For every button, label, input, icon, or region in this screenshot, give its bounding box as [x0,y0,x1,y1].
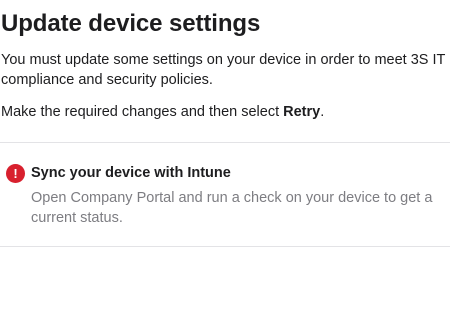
instruction-suffix: . [320,104,325,120]
page-title: Update device settings [1,10,261,37]
requirement-description: Open Company Portal and run a check on y… [31,190,433,226]
divider-top [0,142,450,143]
device-settings-page: Update device settings You must update s… [0,0,450,324]
instruction-prefix: Make the required changes and then selec… [1,104,284,120]
requirement-title: Sync your device with Intune [31,165,231,181]
divider-bottom [0,246,450,247]
page-description: You must update some settings on your de… [1,52,446,88]
retry-keyword: Retry [283,104,321,120]
error-icon: ! [6,164,25,183]
instruction-text: Make the required changes and then selec… [1,102,324,122]
